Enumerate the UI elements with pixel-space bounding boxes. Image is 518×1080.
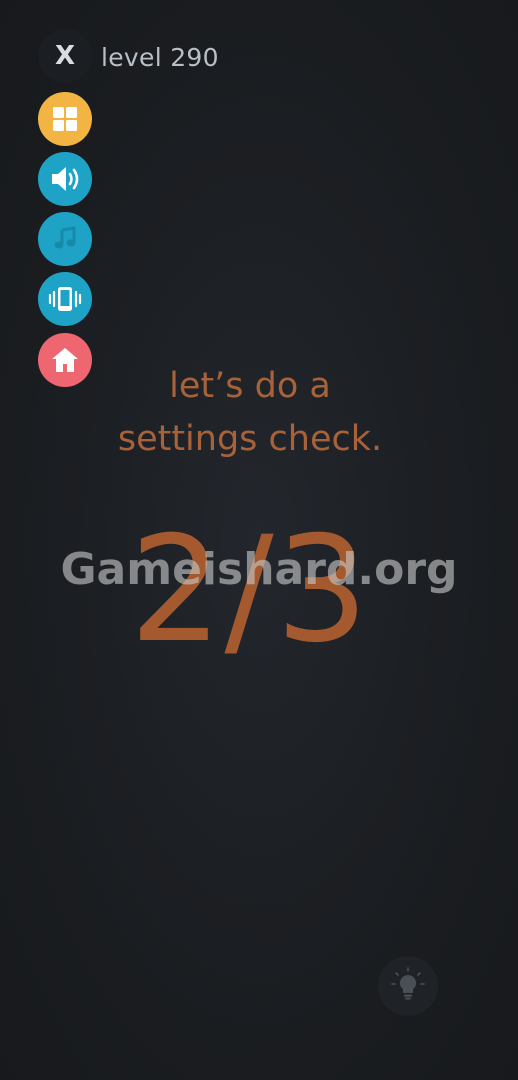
- music-note-icon: [54, 226, 76, 249]
- prompt-line-2: settings check.: [117, 419, 383, 459]
- menu-button[interactable]: [38, 92, 92, 146]
- game-screen: X level 290 let’s do a settings check. 2…: [0, 0, 518, 1080]
- lightbulb-icon: [391, 967, 425, 1000]
- puzzle-prompt: let’s do a settings check.: [0, 360, 500, 466]
- music-toggle-button[interactable]: [38, 212, 92, 266]
- watermark-text: Gameishard.org: [60, 544, 458, 595]
- hint-button[interactable]: [378, 956, 438, 1016]
- prompt-line-1: let’s do a: [169, 366, 331, 406]
- close-button[interactable]: X: [38, 29, 92, 83]
- speaker-icon: [52, 167, 79, 191]
- grid-icon: [53, 107, 77, 131]
- level-label: level 290: [101, 43, 219, 72]
- vibration-toggle-button[interactable]: [38, 272, 92, 326]
- sound-toggle-button[interactable]: [38, 152, 92, 206]
- vibrate-icon: [48, 287, 82, 311]
